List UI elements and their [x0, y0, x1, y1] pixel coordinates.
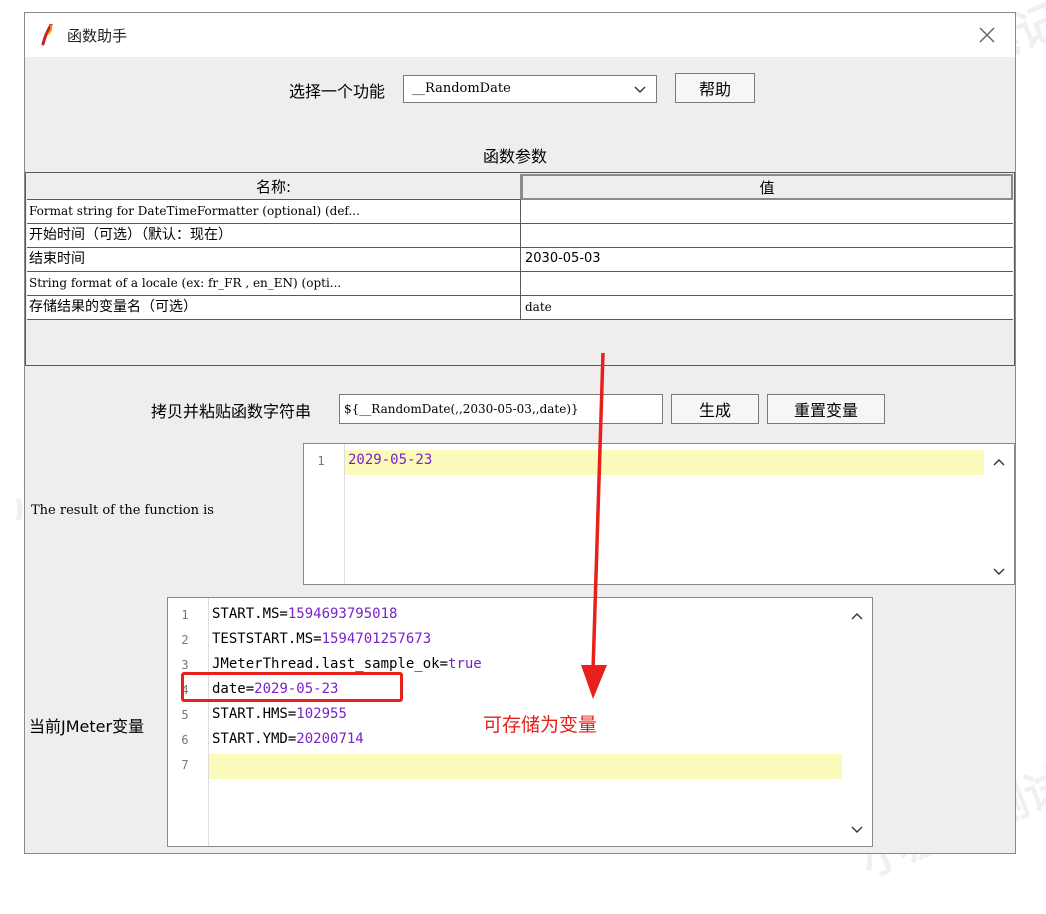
param-name: String format of a locale (ex: fr_FR , e… [27, 272, 521, 295]
column-header-value[interactable]: 值 [521, 174, 1013, 200]
variable-key: TESTSTART.MS= [212, 631, 322, 647]
line-number: 6 [181, 733, 189, 747]
red-arrow-icon [581, 353, 607, 699]
line-number: 3 [181, 658, 189, 672]
param-value[interactable]: date [523, 296, 1013, 319]
param-name: 存储结果的变量名（可选） [27, 296, 521, 319]
result-value: 2029-05-23 [348, 452, 433, 468]
scroll-up-icon[interactable] [992, 456, 1006, 468]
line-number: 7 [181, 758, 189, 772]
copy-function-label: 拷贝并粘贴函数字符串 [151, 402, 312, 421]
generate-button[interactable]: 生成 [671, 394, 759, 424]
param-value[interactable] [523, 200, 1013, 223]
title-bar: 函数助手 [25, 13, 1015, 57]
param-name: Format string for DateTimeFormatter (opt… [27, 200, 521, 223]
table-row[interactable]: Format string for DateTimeFormatter (opt… [27, 200, 1013, 224]
param-name: 结束时间 [27, 248, 521, 271]
highlight-box [181, 672, 403, 702]
variable-value: 1594693795018 [287, 606, 398, 622]
params-title: 函数参数 [483, 147, 548, 166]
scroll-up-icon[interactable] [850, 610, 864, 622]
param-name: 开始时间（可选）（默认：现在） [27, 224, 521, 247]
variable-value: 1594701257673 [321, 631, 432, 647]
table-row[interactable]: 存储结果的变量名（可选） date [27, 296, 1013, 320]
line-number: 5 [181, 708, 189, 722]
scroll-down-icon[interactable] [850, 824, 864, 836]
table-row[interactable]: String format of a locale (ex: fr_FR , e… [27, 272, 1013, 296]
line-number: 2 [181, 633, 189, 647]
help-button[interactable]: 帮助 [675, 73, 755, 103]
variable-key: JMeterThread.last_sample_ok= [212, 656, 449, 672]
line-number: 1 [181, 608, 189, 622]
table-row[interactable]: 结束时间 2030-05-03 [27, 248, 1013, 272]
param-value[interactable]: 2030-05-03 [523, 248, 1013, 271]
function-helper-window: 函数助手 选择一个功能 __RandomDate 帮助 函数参数 名称: 值 F… [24, 12, 1016, 854]
variable-key: START.MS= [212, 606, 288, 622]
variable-value: true [448, 656, 482, 672]
params-table: 名称: 值 Format string for DateTimeFormatte… [25, 172, 1015, 366]
window-title: 函数助手 [67, 27, 128, 45]
scroll-down-icon[interactable] [992, 566, 1006, 578]
column-header-name[interactable]: 名称: [27, 174, 521, 200]
reset-variables-button[interactable]: 重置变量 [767, 394, 885, 424]
code-line: 7 [168, 754, 842, 779]
function-select-value: __RandomDate [412, 81, 511, 96]
chevron-down-icon [634, 86, 646, 93]
code-line: 1 START.MS=1594693795018 [168, 604, 842, 629]
param-value[interactable] [523, 224, 1013, 247]
function-select-label: 选择一个功能 [289, 82, 386, 101]
variable-value: 20200714 [296, 731, 364, 747]
feather-icon [41, 24, 53, 46]
table-row[interactable]: 开始时间（可选）（默认：现在） [27, 224, 1013, 248]
close-icon[interactable] [973, 21, 1001, 49]
variable-value: 102955 [296, 706, 347, 722]
param-value[interactable] [523, 272, 1013, 295]
jmeter-variables-label: 当前JMeter变量 [29, 717, 145, 736]
variable-key: START.HMS= [212, 706, 297, 722]
function-select[interactable]: __RandomDate [403, 75, 657, 103]
code-line: 1 2029-05-23 [304, 450, 984, 475]
result-text-area[interactable]: 1 2029-05-23 [303, 443, 1015, 585]
code-line: 2 TESTSTART.MS=1594701257673 [168, 629, 842, 654]
line-number: 1 [317, 454, 325, 468]
variable-key: START.YMD= [212, 731, 297, 747]
annotation-text: 可存储为变量 [483, 714, 598, 736]
result-label: The result of the function is [31, 503, 214, 518]
